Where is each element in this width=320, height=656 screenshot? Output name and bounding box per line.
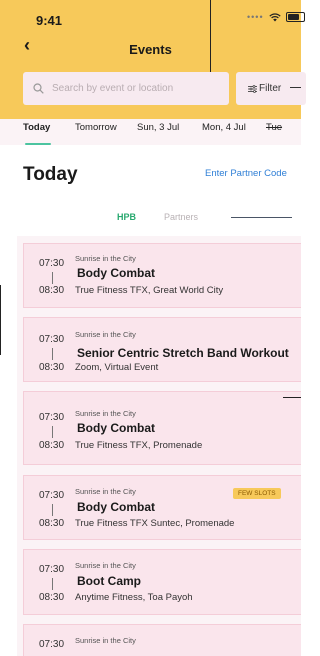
divider bbox=[52, 504, 53, 516]
end-time: 08:30 bbox=[39, 285, 65, 296]
divider bbox=[210, 0, 211, 72]
event-card[interactable]: 07:30 08:30 Sunrise in the City Senior C… bbox=[23, 317, 301, 382]
end-time: 08:30 bbox=[39, 518, 65, 529]
tab-tomorrow[interactable]: Tomorrow bbox=[75, 122, 117, 133]
battery-icon bbox=[285, 12, 305, 22]
event-series: Sunrise in the City bbox=[75, 330, 136, 339]
event-name: Body Combat bbox=[77, 266, 155, 280]
filter-label: Filter bbox=[259, 83, 282, 94]
event-series: Sunrise in the City bbox=[75, 409, 136, 418]
divider bbox=[283, 397, 301, 398]
event-series: Sunrise in the City bbox=[75, 487, 136, 496]
filter-button[interactable]: Filter bbox=[236, 72, 306, 105]
few-slots-badge: FEW SLOTS bbox=[233, 488, 281, 499]
end-time: 08:30 bbox=[39, 362, 65, 373]
event-card[interactable]: 07:30 08:30 Sunrise in the City Boot Cam… bbox=[23, 549, 301, 615]
tab-tue[interactable]: Tue bbox=[266, 122, 282, 133]
end-time: 08:30 bbox=[39, 440, 65, 451]
event-name: Senior Centric Stretch Band Workout bbox=[77, 346, 289, 360]
divider bbox=[52, 578, 53, 590]
start-time: 07:30 bbox=[39, 334, 65, 345]
event-card[interactable]: 07:30 08:30 Sunrise in the City Body Com… bbox=[23, 391, 301, 465]
signal-icon: •••• bbox=[247, 12, 264, 22]
enter-partner-code-link[interactable]: Enter Partner Code bbox=[205, 168, 287, 179]
active-tab-indicator bbox=[25, 143, 51, 145]
start-time: 07:30 bbox=[39, 490, 65, 501]
divider bbox=[52, 426, 53, 438]
tab-mon-4-jul[interactable]: Mon, 4 Jul bbox=[202, 122, 246, 133]
divider bbox=[52, 272, 53, 284]
start-time: 07:30 bbox=[39, 564, 65, 575]
event-name: Body Combat bbox=[77, 421, 155, 435]
event-location: True Fitness TFX Suntec, Promenade bbox=[75, 518, 235, 529]
segment-hpb[interactable]: HPB bbox=[117, 212, 136, 222]
tab-today[interactable]: Today bbox=[23, 122, 50, 133]
tab-sun-3-jul[interactable]: Sun, 3 Jul bbox=[137, 122, 179, 133]
start-time: 07:30 bbox=[39, 412, 65, 423]
event-series: Sunrise in the City bbox=[75, 254, 136, 263]
search-input[interactable] bbox=[50, 82, 224, 95]
divider bbox=[0, 285, 1, 355]
event-card[interactable]: 07:30 08:30 Sunrise in the City Body Com… bbox=[23, 243, 301, 308]
search-icon bbox=[33, 83, 44, 94]
filter-icon bbox=[248, 84, 257, 93]
divider bbox=[290, 87, 301, 88]
event-location: True Fitness TFX, Promenade bbox=[75, 440, 203, 451]
status-time: 9:41 bbox=[36, 13, 63, 28]
event-series: Sunrise in the City bbox=[75, 561, 136, 570]
event-card[interactable]: 07:30 08:30 Sunrise in the City FEW SLOT… bbox=[23, 475, 301, 540]
start-time: 07:30 bbox=[39, 639, 65, 650]
page-title: Events bbox=[129, 42, 172, 57]
start-time: 07:30 bbox=[39, 258, 65, 269]
event-name: Body Combat bbox=[77, 500, 155, 514]
event-location: Anytime Fitness, Toa Payoh bbox=[75, 592, 193, 603]
event-location: Zoom, Virtual Event bbox=[75, 362, 159, 373]
event-card[interactable]: 07:30 Sunrise in the City bbox=[23, 624, 301, 656]
end-time: 08:30 bbox=[39, 592, 65, 603]
section-title: Today bbox=[23, 164, 78, 185]
event-name: Boot Camp bbox=[77, 574, 141, 588]
search-bar[interactable] bbox=[23, 72, 229, 105]
event-series: Sunrise in the City bbox=[75, 636, 136, 645]
wifi-icon bbox=[268, 12, 281, 21]
divider bbox=[52, 348, 53, 360]
segment-partners[interactable]: Partners bbox=[164, 212, 198, 222]
status-icons: •••• bbox=[247, 12, 305, 22]
divider bbox=[231, 217, 292, 218]
event-location: True Fitness TFX, Great World City bbox=[75, 285, 224, 296]
